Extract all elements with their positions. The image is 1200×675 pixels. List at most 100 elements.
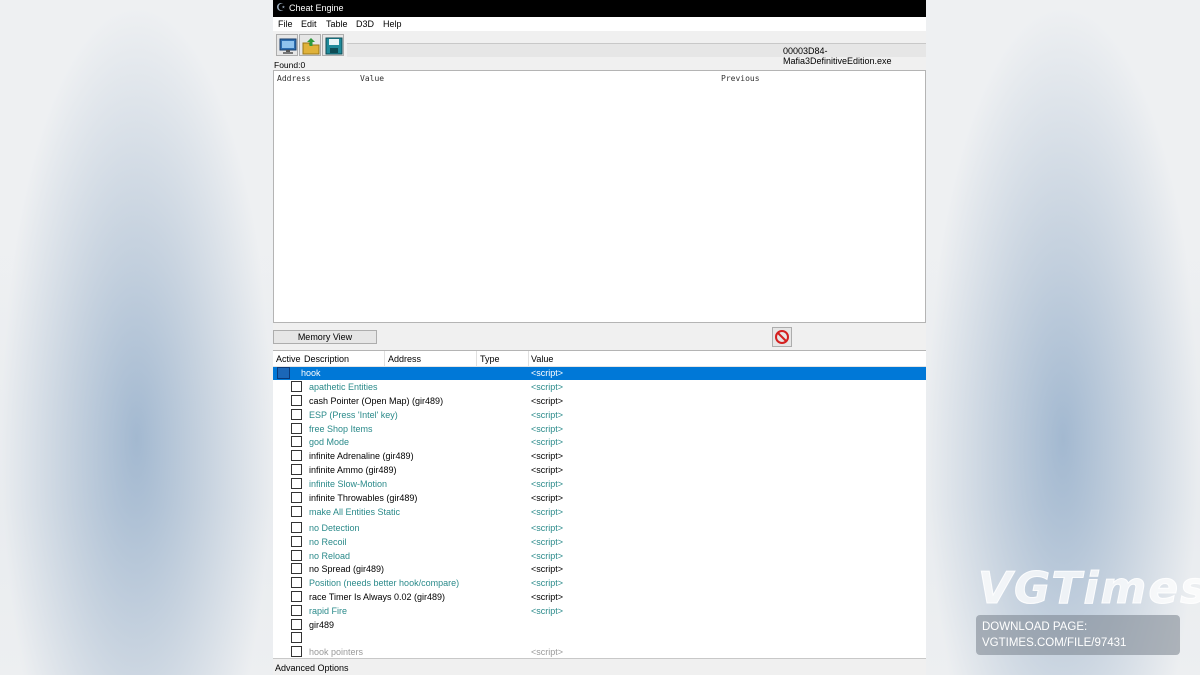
memory-view-button[interactable]: Memory View bbox=[273, 330, 377, 344]
table-row[interactable]: no Recoil <script> bbox=[273, 536, 926, 549]
table-row[interactable]: apathetic Entities <script> bbox=[273, 381, 926, 394]
active-checkbox[interactable] bbox=[291, 522, 302, 533]
active-checkbox[interactable] bbox=[291, 563, 302, 574]
row-description: make All Entities Static bbox=[309, 507, 401, 517]
active-checkbox[interactable] bbox=[291, 450, 302, 461]
row-description: cash Pointer (Open Map) (gir489) bbox=[309, 396, 444, 406]
table-row[interactable]: Position (needs better hook/compare) <sc… bbox=[273, 577, 926, 590]
table-row[interactable]: ESP (Press 'Intel' key) <script> bbox=[273, 409, 926, 422]
row-description: hook bbox=[301, 368, 321, 378]
row-description: apathetic Entities bbox=[309, 382, 378, 392]
col-address[interactable]: Address bbox=[388, 354, 421, 364]
active-checkbox[interactable] bbox=[291, 536, 302, 547]
row-description: no Recoil bbox=[309, 537, 347, 547]
table-row[interactable]: infinite Adrenaline (gir489) <script> bbox=[273, 450, 926, 463]
table-row[interactable]: gir489 bbox=[273, 619, 926, 632]
row-description: no Detection bbox=[309, 523, 360, 533]
table-row[interactable]: god Mode <script> bbox=[273, 436, 926, 449]
active-checkbox[interactable] bbox=[291, 478, 302, 489]
row-value: <script> bbox=[531, 368, 564, 378]
process-bar[interactable]: 00003D84-Mafia3DefinitiveEdition.exe bbox=[347, 43, 926, 66]
cheat-engine-icon: ☪ bbox=[276, 2, 286, 14]
row-value: <script> bbox=[531, 537, 564, 547]
table-row[interactable]: infinite Throwables (gir489) <script> bbox=[273, 492, 926, 505]
active-checkbox[interactable] bbox=[291, 395, 302, 406]
scan-results-list[interactable]: Address Value Previous bbox=[273, 70, 926, 323]
table-row[interactable]: free Shop Items <script> bbox=[273, 423, 926, 436]
row-value: <script> bbox=[531, 424, 564, 434]
active-checkbox[interactable] bbox=[291, 492, 302, 503]
col-value[interactable]: Value bbox=[531, 354, 553, 364]
row-description: race Timer Is Always 0.02 (gir489) bbox=[309, 592, 446, 602]
col-description[interactable]: Description bbox=[304, 354, 349, 364]
menu-table[interactable]: Table bbox=[326, 19, 348, 29]
row-value: <script> bbox=[531, 551, 564, 561]
table-row[interactable]: no Reload <script> bbox=[273, 550, 926, 563]
row-description: god Mode bbox=[309, 437, 350, 447]
table-row[interactable]: race Timer Is Always 0.02 (gir489) <scri… bbox=[273, 591, 926, 604]
active-checkbox[interactable] bbox=[291, 632, 302, 643]
row-value: <script> bbox=[531, 493, 564, 503]
row-description: Position (needs better hook/compare) bbox=[309, 578, 460, 588]
row-description: gir489 bbox=[309, 620, 335, 630]
download-watermark: DOWNLOAD PAGE: VGTIMES.COM/FILE/97431 bbox=[976, 615, 1180, 655]
active-checkbox[interactable] bbox=[291, 506, 302, 517]
open-process-icon bbox=[279, 38, 297, 54]
row-description: infinite Adrenaline (gir489) bbox=[309, 451, 414, 461]
open-process-button[interactable] bbox=[276, 34, 298, 56]
row-value: <script> bbox=[531, 523, 564, 533]
active-checkbox[interactable] bbox=[291, 464, 302, 475]
active-checkbox[interactable] bbox=[291, 591, 302, 602]
window-title: Cheat Engine bbox=[289, 3, 344, 13]
results-header-previous[interactable]: Previous bbox=[721, 74, 760, 83]
active-checkbox[interactable] bbox=[291, 646, 302, 657]
table-row[interactable]: hook <script> bbox=[273, 367, 926, 380]
stop-icon bbox=[775, 330, 789, 344]
active-checkbox[interactable] bbox=[291, 577, 302, 588]
table-row[interactable]: no Detection <script> bbox=[273, 522, 926, 535]
row-description: hook pointers bbox=[309, 647, 364, 657]
cheat-table: Active Description Address Type Value ho… bbox=[273, 350, 926, 659]
row-value: <script> bbox=[531, 437, 564, 447]
toolbar: 00003D84-Mafia3DefinitiveEdition.exe bbox=[273, 31, 926, 66]
active-checkbox[interactable] bbox=[291, 605, 302, 616]
menu-help[interactable]: Help bbox=[383, 19, 402, 29]
table-row[interactable]: infinite Slow-Motion <script> bbox=[273, 478, 926, 491]
save-button[interactable] bbox=[322, 34, 344, 56]
active-checkbox[interactable] bbox=[291, 550, 302, 561]
row-description: ESP (Press 'Intel' key) bbox=[309, 410, 398, 420]
menu-file[interactable]: File bbox=[278, 19, 293, 29]
row-value: <script> bbox=[531, 592, 564, 602]
active-checkbox[interactable] bbox=[291, 381, 302, 392]
active-checkbox[interactable] bbox=[277, 367, 290, 379]
row-value: <script> bbox=[531, 479, 564, 489]
active-checkbox[interactable] bbox=[291, 436, 302, 447]
results-header-value[interactable]: Value bbox=[360, 74, 384, 83]
clear-list-button[interactable] bbox=[772, 327, 792, 347]
save-icon bbox=[325, 37, 343, 55]
active-checkbox[interactable] bbox=[291, 423, 302, 434]
table-row[interactable]: cash Pointer (Open Map) (gir489) <script… bbox=[273, 395, 926, 408]
menu-d3d[interactable]: D3D bbox=[356, 19, 374, 29]
results-header-address[interactable]: Address bbox=[277, 74, 311, 83]
advanced-options-bar[interactable]: Advanced Options bbox=[273, 658, 926, 675]
watermark-line-1: DOWNLOAD PAGE: bbox=[982, 621, 1088, 633]
watermark-line-2: VGTIMES.COM/FILE/97431 bbox=[982, 637, 1127, 649]
advanced-options-label: Advanced Options bbox=[275, 663, 349, 673]
row-value: <script> bbox=[531, 465, 564, 475]
table-row[interactable]: rapid Fire <script> bbox=[273, 605, 926, 618]
open-file-button[interactable] bbox=[299, 34, 321, 56]
active-checkbox[interactable] bbox=[291, 619, 302, 630]
menu-edit[interactable]: Edit bbox=[301, 19, 317, 29]
table-row[interactable]: no Spread (gir489) <script> bbox=[273, 563, 926, 576]
active-checkbox[interactable] bbox=[291, 409, 302, 420]
col-active[interactable]: Active bbox=[276, 354, 301, 364]
table-row[interactable] bbox=[273, 632, 926, 645]
table-row[interactable]: infinite Ammo (gir489) <script> bbox=[273, 464, 926, 477]
table-row[interactable]: make All Entities Static <script> bbox=[273, 506, 926, 519]
row-value: <script> bbox=[531, 451, 564, 461]
title-bar: ☪ Cheat Engine bbox=[273, 0, 926, 17]
row-value: <script> bbox=[531, 382, 564, 392]
col-type[interactable]: Type bbox=[480, 354, 500, 364]
row-description: infinite Slow-Motion bbox=[309, 479, 388, 489]
